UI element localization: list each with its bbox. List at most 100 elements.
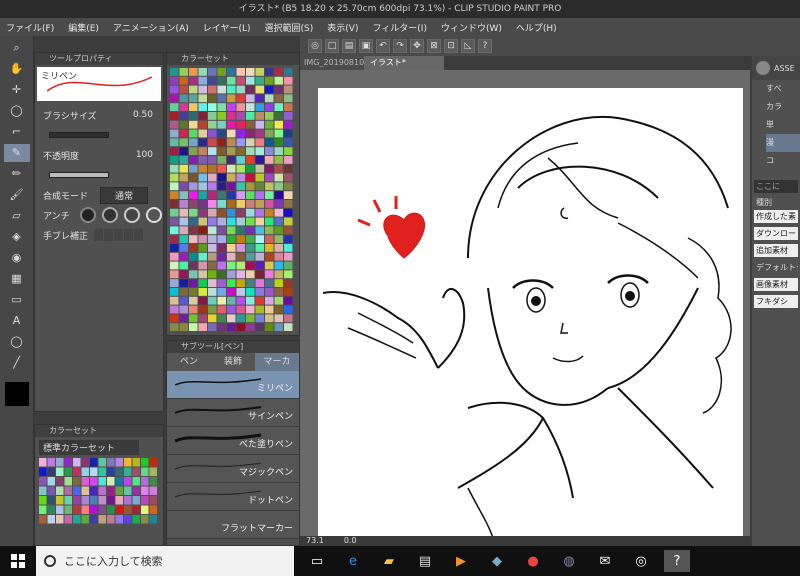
layer-item[interactable]: コ [766, 152, 800, 170]
text-tool-icon[interactable]: A [4, 312, 30, 330]
material-button[interactable]: ダウンロー [754, 227, 798, 240]
brush-item[interactable]: ミリペン [167, 371, 299, 399]
color-set-bottom-title: カラーセット [35, 425, 163, 437]
gradient-tool-icon[interactable]: ▦ [4, 270, 30, 288]
chrome-icon[interactable]: ● [520, 550, 546, 572]
tab-marker[interactable]: マーカ [255, 353, 299, 371]
tool-property-title: ツールプロパティ [35, 53, 163, 65]
blend-select[interactable]: 通常 [100, 186, 149, 204]
brush-item[interactable]: ドットペン [167, 483, 299, 511]
material-button[interactable]: 追加素材 [754, 244, 798, 257]
hand-tool-icon[interactable]: ✋ [4, 60, 30, 78]
ruler-icon[interactable]: ◺ [461, 39, 475, 53]
ruler-tool-icon[interactable]: ╱ [4, 354, 30, 372]
menu-view[interactable]: 表示(V) [327, 21, 358, 34]
layer-item-selected[interactable]: 漫 [766, 134, 800, 152]
brush-size-label: ブラシサイズ [43, 111, 97, 122]
material-button[interactable]: フキダシ [754, 295, 798, 308]
layer-item[interactable]: 単 [766, 116, 800, 134]
mail-icon[interactable]: ✉ [592, 550, 618, 572]
tab-pen[interactable]: ペン [167, 353, 211, 371]
new-file-icon[interactable]: □ [325, 39, 339, 53]
app-icon[interactable]: ◍ [556, 550, 582, 572]
sub-tool-title: サブツール[ペン] [167, 341, 299, 353]
help-icon[interactable]: ? [478, 39, 492, 53]
aa-strong-button[interactable] [145, 207, 162, 223]
menu-filter[interactable]: フィルター(I) [372, 21, 427, 34]
brush-size-value[interactable]: 0.50 [129, 110, 153, 120]
figure-tool-icon[interactable]: ▭ [4, 291, 30, 309]
line-art [322, 115, 732, 539]
doc-tab[interactable]: IMG_20190810 [300, 56, 364, 70]
color-set-select[interactable]: 標準カラーセット [39, 440, 139, 455]
menu-file[interactable]: ファイル(F) [6, 21, 54, 34]
zoom-value[interactable]: 73.1 [306, 536, 324, 546]
assets-icon[interactable] [756, 61, 770, 75]
color-swatches-large[interactable] [170, 68, 294, 334]
stabilizer-slider[interactable] [94, 229, 144, 241]
pen-tool-icon[interactable]: ✎ [3, 144, 30, 162]
brush-item[interactable]: サインペン [167, 399, 299, 427]
clip-studio-icon[interactable]: ◎ [308, 39, 322, 53]
fill-tool-icon[interactable]: ◉ [4, 249, 30, 267]
open-file-icon[interactable]: ▤ [342, 39, 356, 53]
edge-icon[interactable]: e [340, 550, 366, 572]
undo-icon[interactable]: ↶ [376, 39, 390, 53]
select-icon[interactable]: ⊡ [444, 39, 458, 53]
menu-window[interactable]: ウィンドウ(W) [441, 21, 502, 34]
drawing-paper[interactable] [318, 88, 743, 539]
brush-item[interactable]: マジックペン [167, 455, 299, 483]
file-explorer-icon[interactable]: ▰ [376, 550, 402, 572]
menu-selection[interactable]: 選択範囲(S) [265, 21, 314, 34]
brush-item-label: マジックペン [238, 468, 293, 478]
menu-help[interactable]: ヘルプ(H) [516, 21, 557, 34]
store-icon[interactable]: ▤ [412, 550, 438, 572]
blend-tool-icon[interactable]: ◈ [4, 228, 30, 246]
opacity-slider[interactable] [49, 172, 109, 178]
brush-item-label: べた塗りペン [238, 440, 293, 450]
stabilizer-row: 手ブレ補正 [35, 225, 163, 245]
menu-layer[interactable]: レイヤー(L) [203, 21, 251, 34]
brush-size-slider[interactable] [49, 132, 109, 138]
pencil-tool-icon[interactable]: ✏ [4, 165, 30, 183]
brush-item[interactable]: べた塗りペン [167, 427, 299, 455]
brush-tool-icon[interactable]: 🖌 [4, 186, 30, 204]
media-icon[interactable]: ▶ [448, 550, 474, 572]
eyedropper-tool-icon[interactable]: ⌐ [4, 123, 30, 141]
windows-start-icon[interactable] [0, 546, 36, 576]
assets-label: ASSE [774, 63, 795, 73]
aa-none-button[interactable] [79, 207, 96, 223]
doc-tab-active[interactable]: イラスト* [364, 56, 444, 70]
menu-animation[interactable]: アニメーション(A) [113, 21, 189, 34]
tab-decoration[interactable]: 装飾 [211, 353, 255, 371]
move-tool-icon[interactable]: ✛ [4, 81, 30, 99]
brush-item-label: サインペン [247, 412, 293, 422]
zoom-tool-icon[interactable]: ⌕ [4, 39, 30, 57]
balloon-tool-icon[interactable]: ◯ [4, 333, 30, 351]
redo-icon[interactable]: ↷ [393, 39, 407, 53]
task-view-icon[interactable]: ▭ [304, 550, 330, 572]
layer-item[interactable]: カラ [766, 98, 800, 116]
eraser-tool-icon[interactable]: ▱ [4, 207, 30, 225]
color-swatches-small[interactable] [39, 458, 159, 528]
layer-tree: すべ カラ 単 漫 コ [752, 80, 800, 170]
clip-studio-taskbar-icon[interactable]: ◎ [628, 550, 654, 572]
menu-edit[interactable]: 編集(E) [68, 21, 99, 34]
material-button[interactable]: 作成した素 [754, 210, 798, 223]
main-color-icon[interactable] [4, 382, 29, 406]
taskbar-search[interactable]: ここに入力して検索 [36, 546, 294, 576]
brush-item[interactable]: フラットマーカー [167, 511, 299, 539]
material-search[interactable]: ここに [754, 180, 798, 193]
aa-weak-button[interactable] [101, 207, 118, 223]
crop-icon[interactable]: ⊠ [427, 39, 441, 53]
photos-icon[interactable]: ◆ [484, 550, 510, 572]
lasso-tool-icon[interactable]: ◯ [4, 102, 30, 120]
clip-studio-paint-taskbar-icon[interactable]: ? [664, 550, 690, 572]
aa-medium-button[interactable] [123, 207, 140, 223]
layer-item[interactable]: すべ [766, 80, 800, 98]
transform-icon[interactable]: ✥ [410, 39, 424, 53]
save-icon[interactable]: ▣ [359, 39, 373, 53]
menu-bar: ファイル(F) 編集(E) アニメーション(A) レイヤー(L) 選択範囲(S)… [0, 18, 800, 36]
opacity-value[interactable]: 100 [129, 150, 153, 160]
material-button[interactable]: 画像素材 [754, 278, 798, 291]
